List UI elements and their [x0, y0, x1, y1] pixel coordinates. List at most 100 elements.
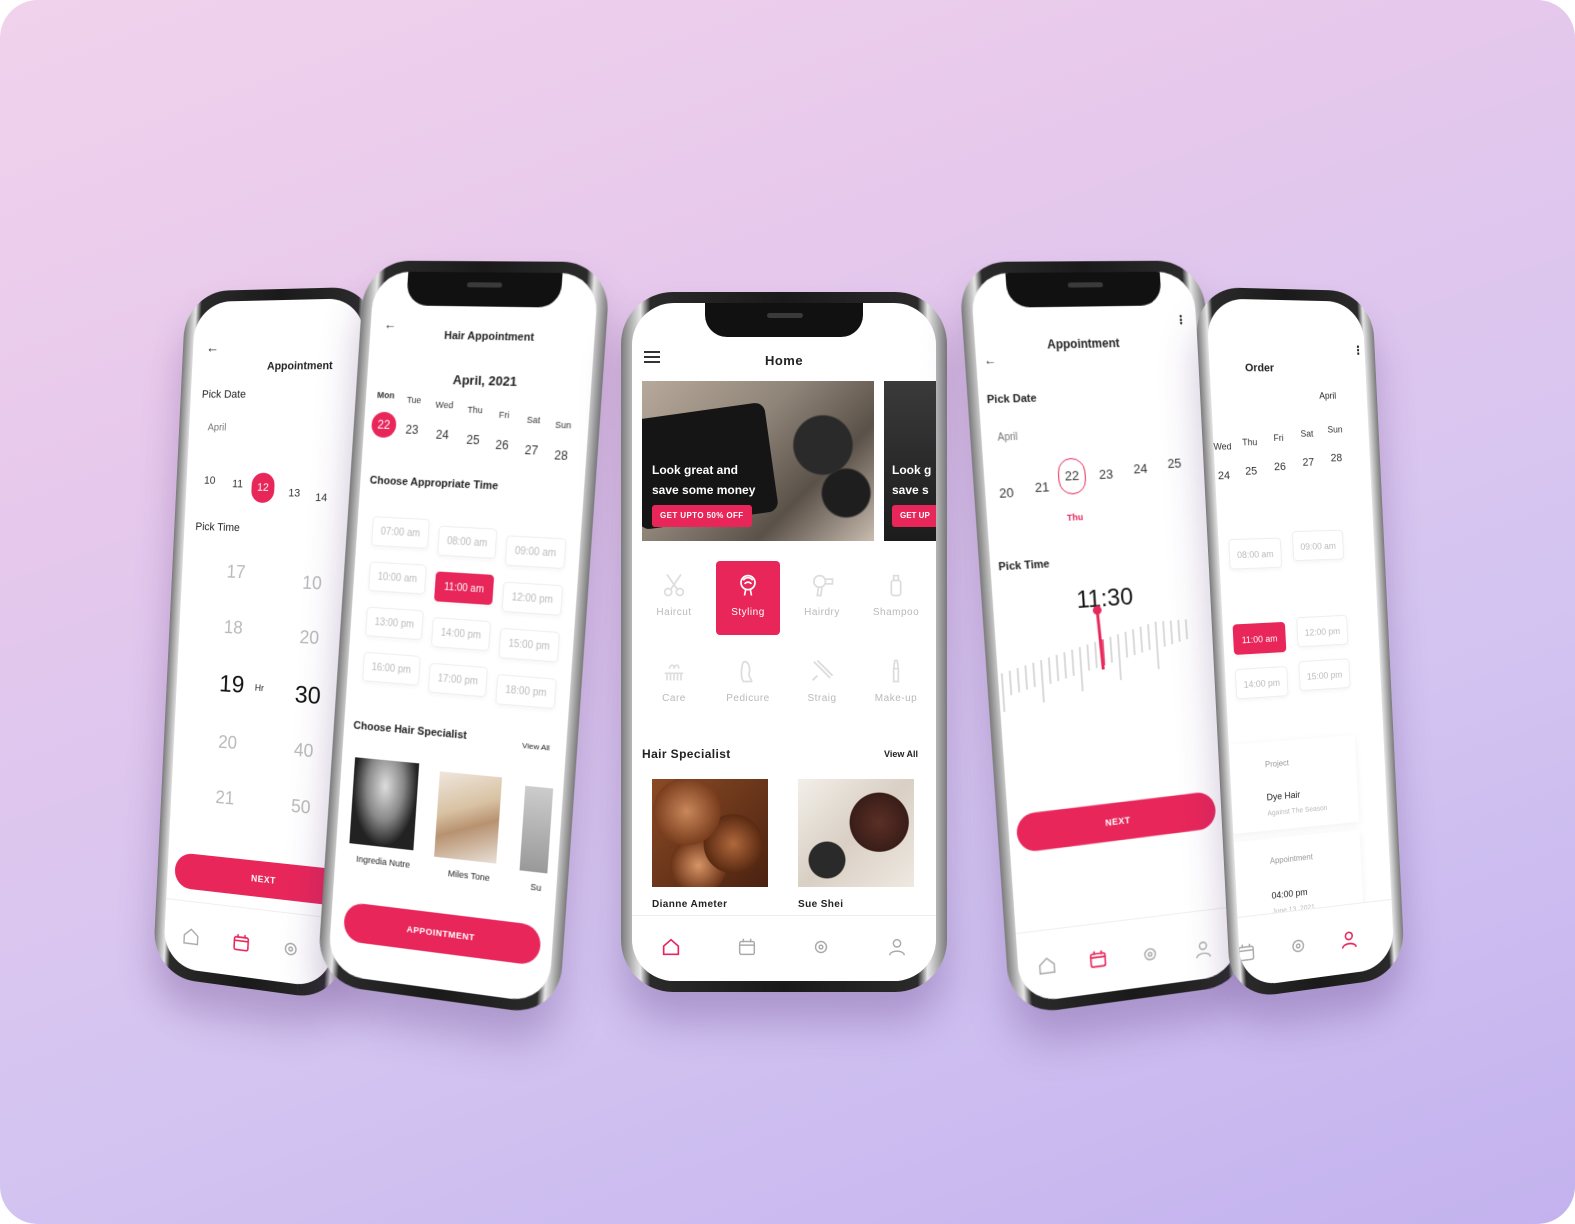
date-item-selected[interactable]: 12: [250, 472, 276, 504]
time-slot[interactable]: 08:00 am: [1228, 537, 1283, 570]
day-item[interactable]: 27: [1294, 457, 1323, 469]
notch: [1005, 271, 1162, 308]
profile-icon[interactable]: [1192, 937, 1214, 961]
more-icon[interactable]: ⋮: [1352, 343, 1364, 357]
time-slot[interactable]: 14:00 pm: [1234, 665, 1289, 700]
time-slot[interactable]: 08:00 am: [437, 525, 498, 559]
time-slot[interactable]: 12:00 pm: [1296, 614, 1349, 648]
day-item[interactable]: 28: [1322, 452, 1351, 464]
day-selected[interactable]: 22: [370, 411, 397, 439]
date-item[interactable]: 14: [306, 492, 336, 505]
calendar-icon[interactable]: [230, 931, 252, 955]
time-slot[interactable]: 09:00 am: [504, 535, 567, 570]
profile-icon[interactable]: [1338, 927, 1360, 951]
day-item[interactable]: 23: [397, 422, 426, 437]
minute-item: 20: [299, 626, 320, 649]
promo-banner[interactable]: Look great and save some money GET UPTO …: [642, 381, 874, 541]
specialist-card[interactable]: Ingredia Nutre: [347, 757, 425, 882]
settings-icon[interactable]: [1287, 934, 1309, 959]
day-item[interactable]: 28: [546, 448, 577, 463]
minute-wheel[interactable]: 10 20 30 40 50: [195, 298, 365, 818]
calendar-icon[interactable]: [1087, 947, 1110, 972]
banner-cta-button[interactable]: GET UPTO 50% OFF: [652, 505, 752, 527]
back-icon[interactable]: ←: [984, 353, 997, 368]
time-slot-grid: 08:00 am 09:00 am 11:00 am 12:00 pm 14:0…: [1206, 298, 1362, 700]
settings-icon[interactable]: [1139, 942, 1161, 966]
hour-item: 20: [217, 731, 238, 754]
category-hairdry[interactable]: Hairdry: [790, 561, 854, 635]
hour-item-selected: 19: [218, 670, 245, 699]
day-item[interactable]: 24: [427, 427, 457, 442]
hour-item: 17: [226, 561, 246, 583]
specialist-card[interactable]: Miles Tone: [432, 771, 512, 898]
home-icon[interactable]: [660, 936, 682, 958]
view-all-link[interactable]: View All: [884, 749, 918, 759]
date-item[interactable]: 21: [1027, 479, 1058, 496]
date-item-selected[interactable]: 22: [1056, 457, 1087, 495]
appointment-button[interactable]: APPOINTMENT: [342, 901, 542, 967]
home-icon[interactable]: [180, 924, 201, 948]
specialist-card[interactable]: Dianne Ameter: [642, 779, 782, 929]
date-item[interactable]: 13: [280, 487, 310, 500]
specialist-name: Su: [530, 881, 542, 894]
time-slot[interactable]: 07:00 am: [371, 516, 430, 549]
promo-banner-next[interactable]: Look g save s GET UP: [884, 381, 936, 541]
day-item[interactable]: 27: [516, 443, 547, 458]
category-haircut[interactable]: Haircut: [642, 561, 706, 635]
category-straightening[interactable]: Straig: [790, 647, 854, 721]
day-item[interactable]: 25: [1236, 465, 1266, 478]
time-slot[interactable]: 16:00 pm: [362, 651, 421, 686]
home-icon[interactable]: [1035, 953, 1058, 978]
time-slot-selected[interactable]: 11:00 am: [1232, 621, 1287, 655]
category-care[interactable]: Care: [642, 647, 706, 721]
page-title: Appointment: [266, 359, 333, 373]
specialist-card[interactable]: Sue Shei: [788, 779, 928, 929]
category-makeup[interactable]: Make-up: [864, 647, 928, 721]
project-label: Project: [1264, 758, 1290, 770]
profile-icon[interactable]: [886, 936, 908, 958]
time-slot[interactable]: 13:00 pm: [365, 606, 424, 641]
time-slot[interactable]: 15:00 pm: [498, 627, 560, 663]
time-slot[interactable]: 15:00 pm: [1298, 658, 1351, 692]
day-item[interactable]: 24: [1209, 470, 1239, 483]
view-all-link[interactable]: View All: [522, 741, 550, 753]
date-item[interactable]: 20: [991, 485, 1022, 502]
category-shampoo[interactable]: Shampoo: [864, 561, 928, 635]
calendar-icon[interactable]: [736, 936, 758, 958]
category-styling[interactable]: Styling: [716, 561, 780, 635]
phone-order: Order ⋮ April Wed Thu Fri Sat Sun 24 25 …: [1194, 286, 1406, 1001]
date-item[interactable]: 11: [223, 478, 252, 490]
calendar-icon[interactable]: [1235, 940, 1258, 965]
screen: ← Hair Appointment ⋮ April, 2021 Mon Tue…: [327, 271, 599, 1004]
settings-icon[interactable]: [280, 937, 302, 962]
date-item[interactable]: 24: [1126, 461, 1156, 477]
time-slot[interactable]: 09:00 am: [1291, 529, 1345, 562]
back-icon[interactable]: ←: [383, 317, 396, 332]
date-item[interactable]: 23: [1091, 466, 1121, 482]
time-slot[interactable]: 10:00 am: [368, 561, 427, 595]
day-item[interactable]: 25: [458, 432, 488, 448]
pick-date-label: Pick Date: [986, 392, 1037, 407]
time-slot[interactable]: 12:00 pm: [501, 581, 564, 616]
time-slot[interactable]: 18:00 pm: [495, 674, 557, 710]
day-item[interactable]: 26: [1265, 461, 1294, 473]
specialist-card[interactable]: Su: [517, 785, 565, 911]
hour-wheel[interactable]: 17 18 19 20 21: [195, 298, 365, 809]
time-slot[interactable]: 17:00 pm: [427, 662, 488, 698]
day-item[interactable]: 26: [487, 438, 517, 453]
banner-cta-button[interactable]: GET UP: [892, 505, 936, 527]
specialist-name: Miles Tone: [447, 868, 491, 884]
more-icon[interactable]: ⋮: [1175, 313, 1187, 327]
next-button[interactable]: NEXT: [1015, 790, 1217, 854]
back-icon[interactable]: ←: [206, 339, 220, 355]
time-ruler-slider[interactable]: [995, 615, 1223, 742]
category-pedicure[interactable]: Pedicure: [716, 647, 780, 721]
settings-icon[interactable]: [810, 936, 832, 958]
time-slot[interactable]: 14:00 pm: [430, 617, 492, 652]
time-slot-selected[interactable]: 11:00 am: [434, 571, 495, 606]
date-item[interactable]: 10: [196, 475, 224, 487]
weekday-label: Sun: [1327, 424, 1343, 435]
date-item[interactable]: 25: [1160, 455, 1189, 471]
more-icon[interactable]: ⋮: [589, 349, 599, 364]
weekday-label: Sun: [554, 419, 572, 431]
